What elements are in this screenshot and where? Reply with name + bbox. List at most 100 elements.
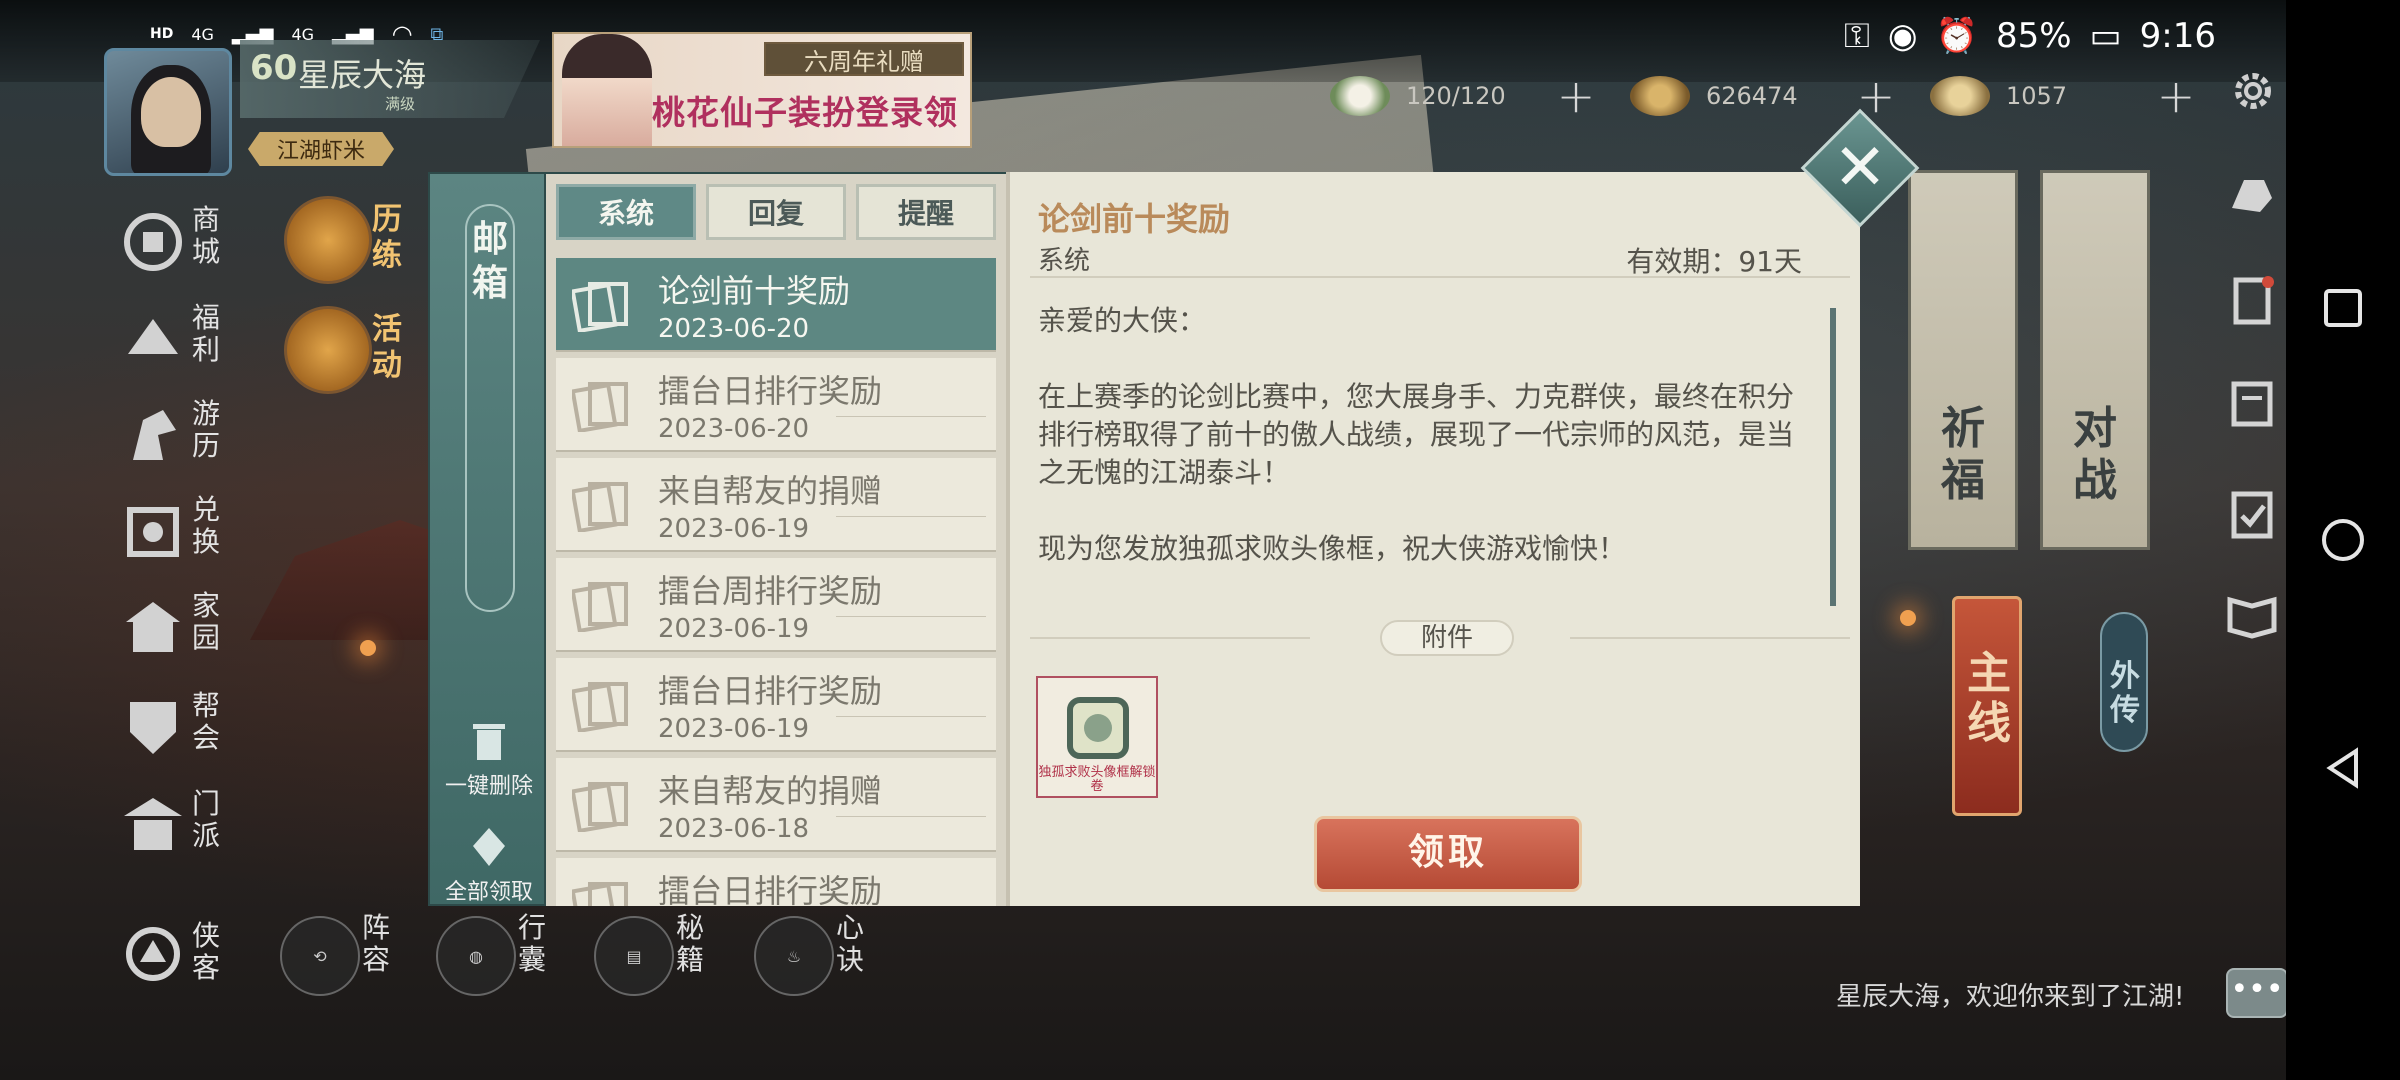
book-icon: ▤ (594, 916, 674, 996)
scroll-icon[interactable] (2224, 376, 2280, 432)
currency-value: 120/120 (1406, 82, 1506, 110)
pray-banner[interactable]: 祈福 (1908, 170, 2018, 550)
mail-item[interactable]: 擂台周排行奖励 2023-06-19 (556, 558, 996, 652)
trash-icon (473, 724, 505, 760)
menu-hero[interactable]: 侠客 (118, 912, 228, 998)
door-icon[interactable] (2224, 272, 2280, 328)
circle-icon (2322, 519, 2364, 561)
bag-icon: ◍ (436, 916, 516, 996)
menu-home[interactable]: 家园 (118, 582, 228, 668)
delete-all-label: 一键删除 (444, 774, 533, 799)
welfare-icon (128, 319, 178, 354)
add-stamina-button[interactable]: + (1556, 69, 1596, 123)
shop-icon (124, 213, 182, 271)
letter-icon (572, 482, 628, 532)
home-button[interactable] (2286, 500, 2400, 580)
mail-item[interactable]: 论剑前十奖励 2023-06-20 (556, 258, 996, 352)
side-quest-button[interactable]: 外传 (2100, 612, 2148, 752)
recent-apps-button[interactable] (2286, 268, 2400, 348)
mail-date: 2023-06-19 (658, 714, 810, 744)
player-title-badge[interactable]: 江湖虾米 (248, 132, 394, 166)
letter-icon (572, 282, 628, 332)
mail-title: 论剑前十奖励 (658, 272, 851, 310)
bottom-mantra[interactable]: ♨ 心诀 (754, 912, 904, 1006)
checklist-icon[interactable] (2224, 486, 2280, 542)
mail-list-panel: 系统 回复 提醒 论剑前十奖励 2023-06-20 擂台日排行奖励 2023-… (546, 172, 1006, 906)
home-icon (126, 602, 180, 652)
tab-system[interactable]: 系统 (556, 184, 696, 240)
mail-item[interactable]: 擂台日排行奖励 (556, 858, 996, 906)
bottom-label: 阵容 (362, 911, 391, 976)
event-tag: 六周年礼赠 (764, 42, 964, 76)
menu-sect[interactable]: 门派 (118, 780, 228, 866)
main-quest-button[interactable]: 主线 (1952, 596, 2022, 816)
attachment-label: 附件 (1380, 620, 1514, 656)
main-quest-label: 主线 (1967, 648, 2011, 749)
bottom-manual[interactable]: ▤ 秘籍 (594, 912, 744, 1006)
divider (1030, 276, 1850, 278)
menu-label: 门派 (192, 787, 221, 852)
sect-icon (124, 798, 182, 850)
mail-item[interactable]: 来自帮友的捐赠 2023-06-18 (556, 758, 996, 852)
activity-button[interactable] (284, 306, 372, 394)
close-icon: ✕ (1833, 131, 1887, 205)
claim-all-button[interactable]: 全部领取 (430, 826, 548, 906)
mail-title: 擂台周排行奖励 (658, 572, 883, 610)
training-button[interactable] (284, 196, 372, 284)
activity-label: 活动 (372, 312, 402, 383)
mailbox-title: 邮箱 (471, 219, 508, 304)
chat-button[interactable]: ••• (2226, 968, 2288, 1018)
mail-item[interactable]: 擂台日排行奖励 2023-06-20 (556, 358, 996, 452)
tab-reminder[interactable]: 提醒 (856, 184, 996, 240)
claim-button[interactable]: 领取 (1314, 816, 1582, 892)
horse-icon (133, 410, 176, 460)
player-avatar[interactable] (104, 48, 232, 176)
training-label: 历练 (372, 202, 402, 273)
menu-label: 商城 (192, 203, 221, 268)
add-ingots-button[interactable]: + (2156, 69, 2196, 123)
attachment-caption: 独孤求败头像框解锁卷 (1038, 765, 1156, 794)
menu-exchange[interactable]: 兑换 (118, 486, 228, 572)
hero-icon (126, 927, 180, 981)
menu-label: 福利 (192, 301, 221, 366)
letter-icon (572, 782, 628, 832)
pray-label: 祈福 (1941, 403, 1985, 506)
fairy-portrait (562, 34, 652, 146)
formation-icon: ⟲ (280, 916, 360, 996)
mail-greeting: 亲爱的大侠： (1038, 304, 1207, 337)
mail-title: 擂台日排行奖励 (658, 672, 883, 710)
guild-icon (130, 702, 176, 754)
mail-item[interactable]: 来自帮友的捐赠 2023-06-19 (556, 458, 996, 552)
divider (1030, 637, 1310, 639)
triangle-back-icon (2326, 747, 2358, 789)
mail-body-scrollbar[interactable] (1830, 308, 1836, 606)
mail-item[interactable]: 擂台日排行奖励 2023-06-19 (556, 658, 996, 752)
bottom-formation[interactable]: ⟲ 阵容 (280, 912, 430, 1006)
letter-icon (572, 582, 628, 632)
battle-banner[interactable]: 对战 (2040, 170, 2150, 550)
attachment-item[interactable]: 独孤求败头像框解锁卷 (1036, 676, 1158, 798)
event-banner[interactable]: 六周年礼赠 桃花仙子装扮登录领 (552, 32, 972, 148)
back-button[interactable] (2286, 728, 2400, 808)
menu-travel[interactable]: 游历 (118, 390, 228, 476)
fist-icon[interactable] (2224, 168, 2280, 224)
delete-all-button[interactable]: 一键删除 (430, 720, 548, 800)
background-lantern (1900, 610, 1916, 626)
settings-gear-icon[interactable] (2228, 66, 2278, 116)
menu-guild[interactable]: 帮会 (118, 682, 228, 768)
menu-shop[interactable]: 商城 (118, 196, 228, 282)
mail-detail-panel: 论剑前十奖励 系统 有效期：91天 亲爱的大侠： 在上赛季的论剑比赛中，您大展身… (1006, 172, 1860, 906)
mail-date: 2023-06-18 (658, 814, 810, 844)
bottom-bag[interactable]: ◍ 行囊 (436, 912, 586, 1006)
mail-date: 2023-06-20 (658, 414, 810, 444)
coin-pile-icon (1630, 76, 1690, 116)
letter-icon (572, 682, 628, 732)
side-quest-label: 外传 (2110, 659, 2140, 728)
battle-label: 对战 (2073, 403, 2117, 506)
tab-reply[interactable]: 回复 (706, 184, 846, 240)
menu-welfare[interactable]: 福利 (118, 294, 228, 380)
bottom-label: 秘籍 (676, 911, 705, 976)
currency-ingots: 1057 + (1930, 69, 2196, 123)
open-book-icon[interactable] (2224, 586, 2280, 642)
letter-icon (572, 382, 628, 432)
